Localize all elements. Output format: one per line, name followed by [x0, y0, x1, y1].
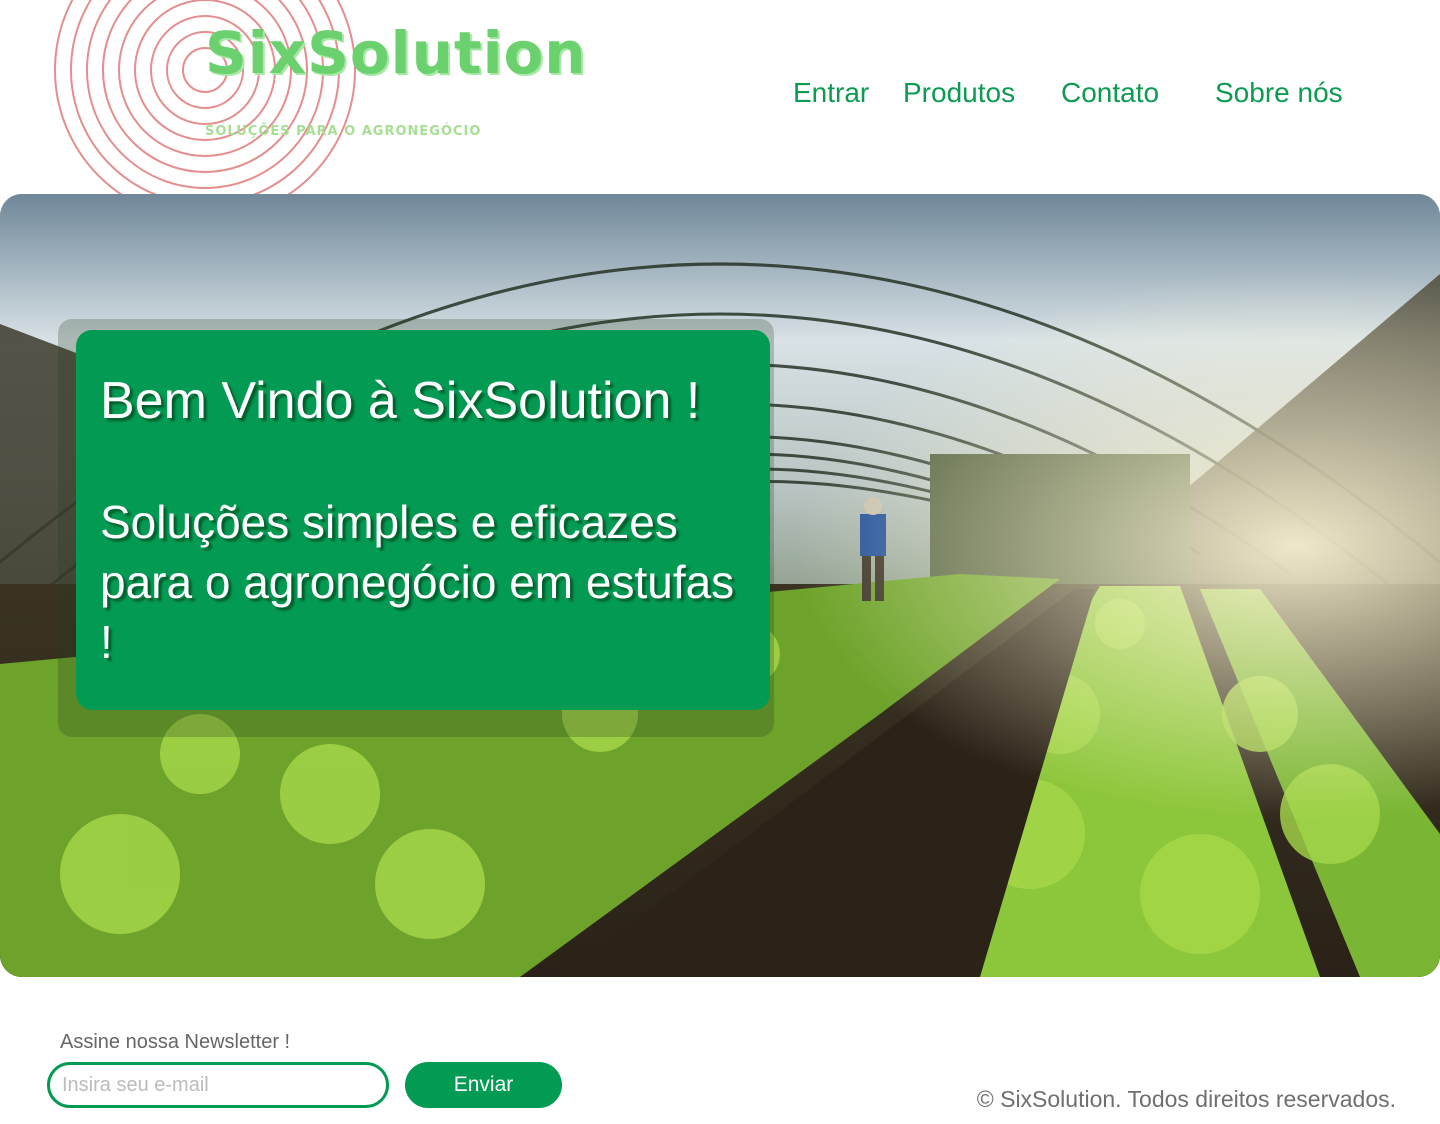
main-nav: Entrar Produtos Contato Sobre nós: [0, 76, 1440, 116]
newsletter-send-button[interactable]: Enviar: [405, 1062, 562, 1108]
nav-link-sobre-nos[interactable]: Sobre nós: [1215, 76, 1343, 110]
logo-wordmark[interactable]: SixSolution: [205, 24, 587, 82]
nav-link-contato[interactable]: Contato: [1061, 76, 1159, 110]
hero-subtitle: Soluções simples e eficazes para o agron…: [100, 496, 735, 668]
logo-tagline: SOLUÇÕES PARA O AGRONEGÓCIO: [205, 124, 482, 139]
hero-banner: Bem Vindo à SixSolution ! Soluções simpl…: [0, 194, 1440, 977]
hero-title: Bem Vindo à SixSolution !: [100, 372, 701, 430]
newsletter-label: Assine nossa Newsletter !: [60, 1031, 291, 1053]
newsletter-email-input[interactable]: [47, 1062, 389, 1108]
page: SixSolution SOLUÇÕES PARA O AGRONEGÓCIO …: [0, 0, 1440, 1124]
copyright-text: © SixSolution. Todos direitos reservados…: [976, 1086, 1396, 1112]
nav-link-produtos[interactable]: Produtos: [903, 76, 1015, 110]
welcome-card: Bem Vindo à SixSolution ! Soluções simpl…: [76, 330, 770, 710]
nav-link-entrar[interactable]: Entrar: [793, 76, 869, 110]
